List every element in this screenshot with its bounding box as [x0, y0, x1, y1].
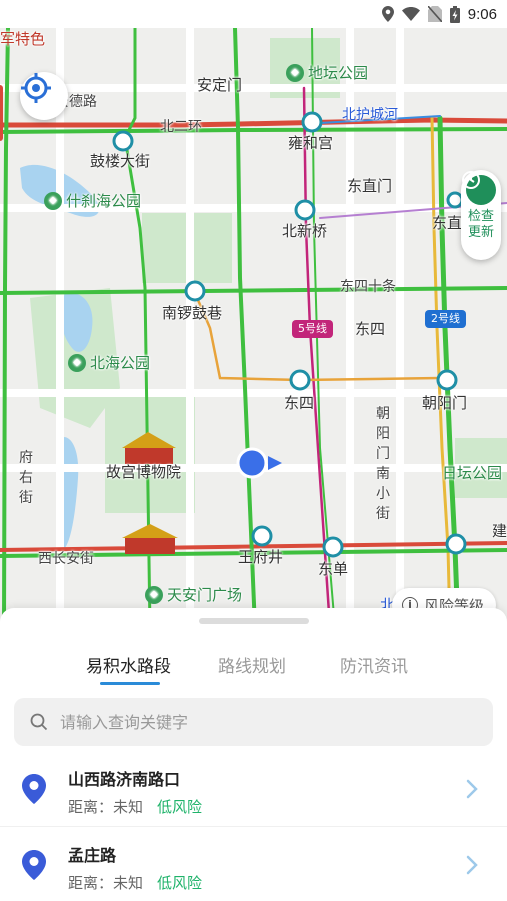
map-label: 东四 — [284, 394, 315, 412]
map-label: 日坛公园 — [442, 464, 503, 482]
chevron-right-icon — [466, 855, 478, 875]
map-label: 北护城河 — [342, 107, 398, 123]
map-label: 东四 — [355, 320, 386, 338]
check-update-button[interactable]: 检查更新 — [461, 170, 501, 260]
map-label: 王府井 — [238, 548, 284, 566]
item-risk-badge: 低风险 — [157, 798, 203, 816]
wifi-icon — [401, 7, 420, 21]
line2-badge: 2号线 — [425, 310, 466, 328]
map-label: 朝阳门 — [422, 394, 468, 412]
map-label: 安定门 — [197, 76, 243, 94]
item-risk-badge: 低风险 — [157, 874, 203, 892]
item-name: 孟庄路 — [68, 846, 117, 865]
status-bar: 9:06 — [0, 0, 507, 28]
location-pin-icon — [22, 850, 46, 880]
map-label: 东四十条 — [340, 279, 396, 295]
chevron-right-icon — [466, 779, 478, 799]
no-sim-icon — [427, 6, 442, 22]
clock-icon — [462, 171, 496, 205]
tab-bar: 易积水路段 路线规划 防汛资讯 — [0, 648, 507, 688]
search-input[interactable] — [60, 712, 460, 732]
item-meta: 距离：未知 低风险 — [68, 872, 202, 893]
map-label: ◆ 什刹海公园 — [44, 190, 141, 211]
map-label: 北二环 — [160, 119, 202, 135]
status-time: 9:06 — [467, 5, 497, 23]
map-label: 北新桥 — [282, 222, 328, 240]
active-tab-indicator — [100, 682, 160, 685]
map-label: 建 — [492, 522, 507, 540]
crosshair-icon — [21, 73, 51, 103]
list-item[interactable]: 山西路济南路口 距离：未知 低风险 — [0, 760, 507, 836]
map-label: 鼓楼大街 — [90, 152, 151, 170]
tab-route-planning[interactable]: 路线规划 — [218, 652, 286, 677]
tab-waterlogging-roads[interactable]: 易积水路段 — [86, 652, 171, 677]
bottom-sheet: 易积水路段 路线规划 防汛资讯 山西路济南路口 距离：未知低风险 孟庄路 距离：… — [0, 608, 507, 901]
line5-badge: 5号线 — [292, 320, 333, 338]
map-label: ◆ 北海公园 — [68, 352, 150, 373]
drag-handle[interactable] — [199, 618, 309, 624]
map-label: 朝阳门南小街 — [376, 406, 390, 522]
item-name: 山西路济南路口 — [68, 770, 181, 789]
tab-flood-news[interactable]: 防汛资讯 — [340, 652, 408, 677]
check-update-label: 检查更新 — [467, 209, 494, 240]
location-icon — [381, 6, 394, 22]
divider — [0, 826, 507, 827]
item-distance: 距离：未知 — [68, 798, 144, 816]
map-label: ◆ 地坛公园 — [286, 62, 368, 83]
list-item[interactable]: 孟庄路 距离：未知 低风险 — [0, 836, 507, 901]
item-meta: 距离：未知 低风险 — [68, 796, 202, 817]
item-distance: 距离：未知 — [68, 874, 144, 892]
park-icon: ◆ — [286, 63, 304, 82]
search-icon — [30, 713, 48, 731]
location-pin-icon — [22, 774, 46, 804]
map-label: 军特色 — [0, 30, 46, 48]
map-label: 东直门 — [347, 177, 393, 195]
map-label: 西长安街 — [38, 551, 94, 567]
locate-button[interactable] — [20, 72, 68, 120]
map-label: ◆ 天安门广场 — [145, 584, 242, 605]
park-icon: ◆ — [44, 191, 62, 210]
park-icon: ◆ — [145, 585, 163, 604]
battery-charging-icon — [449, 5, 460, 23]
map-label: 故宫博物院 — [106, 463, 182, 481]
map-label: 府右街 — [19, 450, 33, 506]
map-label: 雍和宫 — [288, 134, 334, 152]
map-label: 东单 — [318, 560, 349, 578]
map-view[interactable]: 安定门 ◆ 地坛公园 安德路 北二环 北护城河 雍和宫 鼓楼大街 ◆ 什刹海公园 东… — [0, 28, 507, 628]
user-location-marker — [236, 447, 268, 479]
search-bar[interactable] — [14, 698, 493, 746]
map-canvas[interactable] — [0, 28, 507, 628]
map-label: 南锣鼓巷 — [162, 304, 223, 322]
park-icon: ◆ — [68, 353, 86, 372]
